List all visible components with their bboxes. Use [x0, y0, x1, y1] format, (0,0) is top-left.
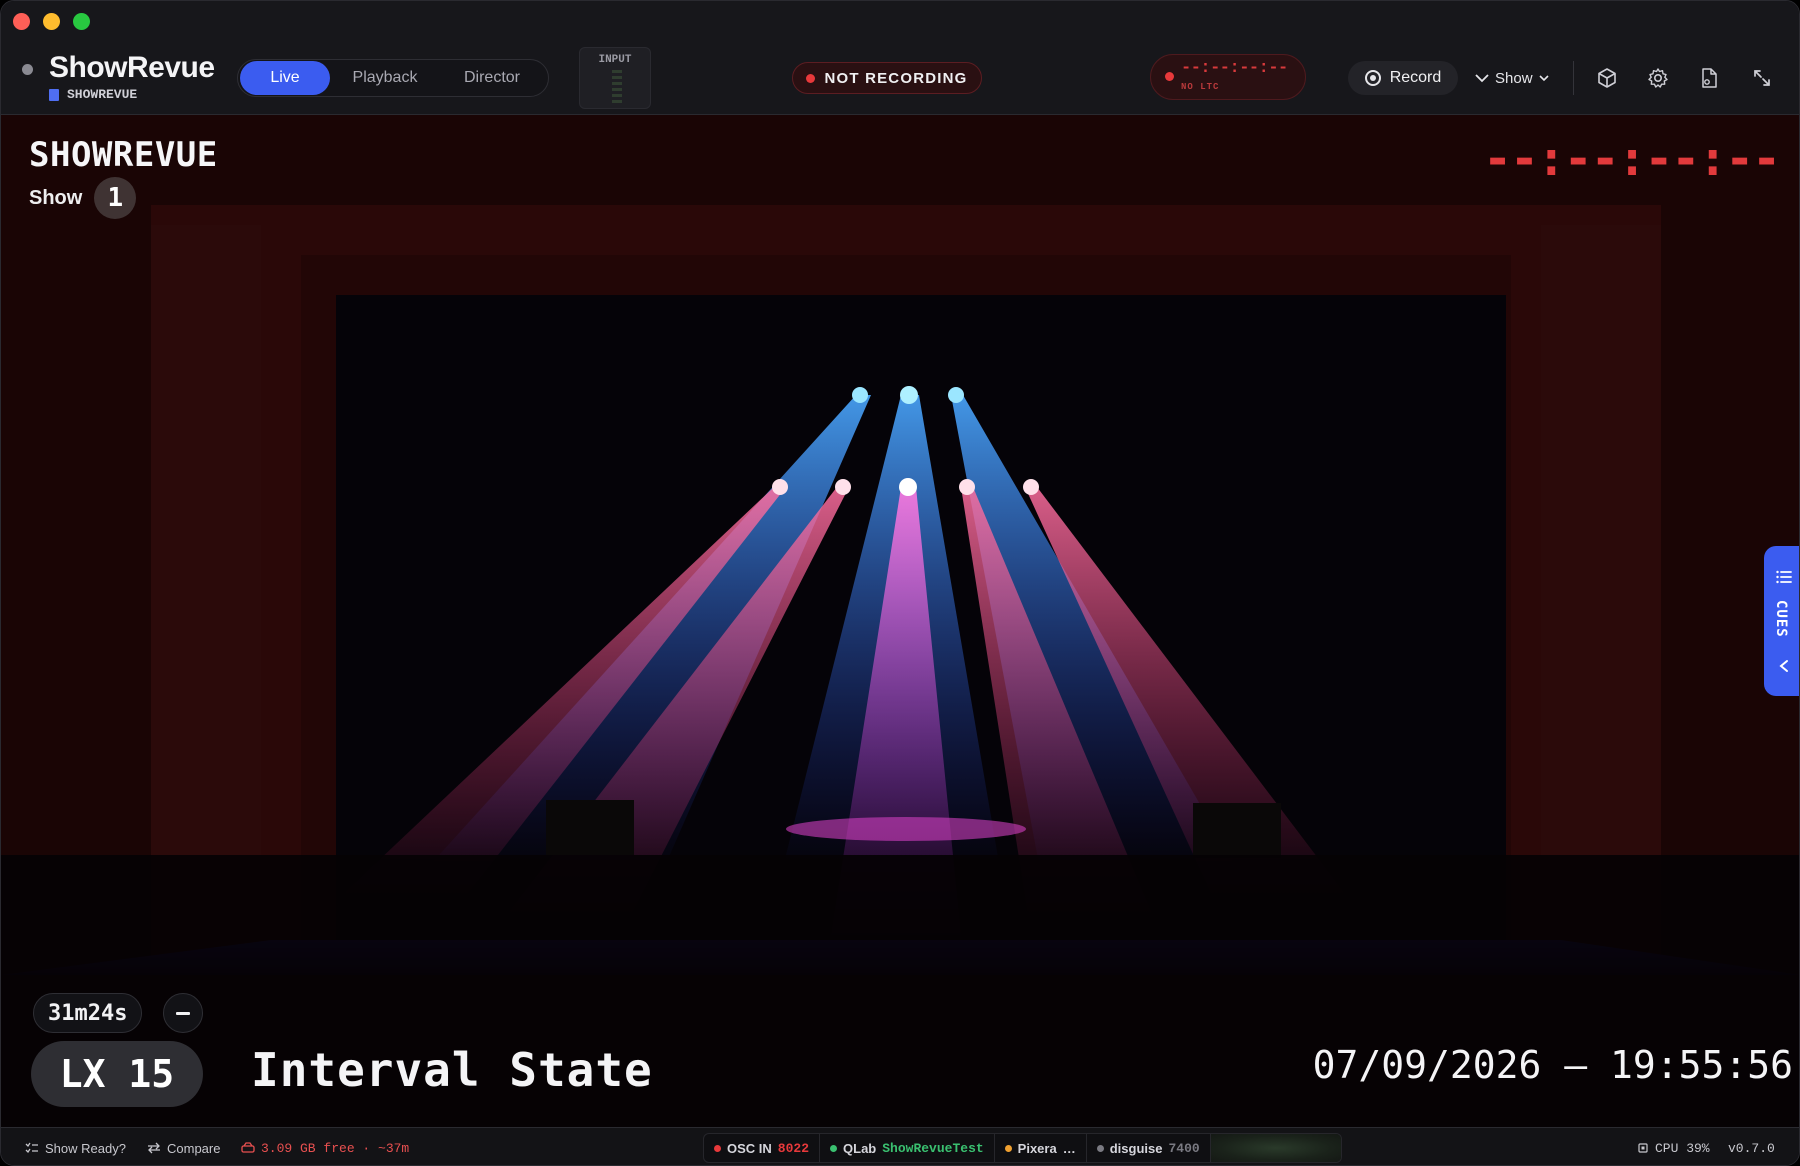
current-cue-name: Interval State	[251, 1043, 653, 1097]
cues-panel-toggle[interactable]: CUES	[1764, 546, 1799, 696]
tab-playback[interactable]: Playback	[330, 61, 440, 95]
recording-status-badge: NOT RECORDING	[792, 62, 982, 94]
live-video-feed: SHOWREVUE Show 1 --:--:--:-- CUES 31m24s…	[1, 115, 1799, 1127]
recording-status-label: NOT RECORDING	[824, 69, 968, 87]
list-icon	[1776, 570, 1792, 584]
integration-hidden	[1210, 1134, 1341, 1162]
meter-bars	[612, 70, 622, 106]
disguise-detail: 7400	[1168, 1140, 1200, 1156]
show-menu-button[interactable]: Show	[1475, 61, 1549, 95]
ltc-source-label: NO LTC	[1181, 82, 1220, 92]
compare-label: Compare	[167, 1140, 221, 1156]
pixera-name: Pixera	[1017, 1140, 1057, 1156]
minimize-window-button[interactable]	[43, 13, 60, 30]
toolbar: ShowRevue SHOWREVUE Live Playback Direct…	[1, 41, 1799, 115]
input-meter-label: INPUT	[598, 54, 632, 66]
compare-button[interactable]: Compare	[147, 1128, 221, 1165]
cpu-chip-icon	[1638, 1143, 1648, 1153]
elapsed-time-badge: 31m24s	[33, 993, 143, 1033]
app-name: ShowRevue	[49, 51, 215, 84]
qlab-name: QLab	[843, 1140, 877, 1156]
cpu-label: CPU 39%	[1655, 1140, 1710, 1156]
current-cue-id: LX 15	[31, 1041, 203, 1107]
pixera-status-dot-icon	[1004, 1144, 1012, 1152]
export-icon[interactable]	[1694, 63, 1724, 93]
stage-video-image	[1, 115, 1799, 1127]
show-menu-label: Show	[1495, 69, 1533, 87]
ltc-timecode: --:--:--:--	[1181, 59, 1288, 78]
close-window-button[interactable]	[13, 13, 30, 30]
overlay-title: SHOWREVUE	[29, 135, 218, 175]
integration-disguise[interactable]: disguise 7400	[1087, 1134, 1211, 1162]
qlab-detail: ShowRevueTest	[882, 1140, 984, 1156]
integration-pixera[interactable]: Pixera …	[995, 1134, 1087, 1162]
osc-detail: 8022	[777, 1140, 810, 1156]
tab-director[interactable]: Director	[440, 61, 544, 95]
osc-status-dot-icon	[714, 1144, 721, 1152]
chevron-left-icon	[1779, 660, 1788, 672]
cues-tab-label: CUES	[1773, 600, 1789, 638]
status-bar: Show Ready? Compare 3.09 GB free · ~37m …	[1, 1127, 1799, 1165]
minus-button[interactable]	[163, 993, 203, 1033]
integration-qlab[interactable]: QLab ShowRevueTest	[820, 1134, 995, 1162]
zoom-window-button[interactable]	[73, 13, 90, 30]
overlay-show-label: Show	[29, 186, 83, 209]
document-icon	[49, 88, 59, 101]
document-label: SHOWREVUE	[67, 87, 138, 102]
overlay-show-number: 1	[94, 177, 137, 219]
show-ready-label: Show Ready?	[45, 1140, 126, 1156]
version-label: v0.7.0	[1728, 1128, 1775, 1165]
record-icon	[1364, 70, 1381, 86]
checklist-icon	[25, 1142, 38, 1154]
version-text: v0.7.0	[1728, 1140, 1775, 1156]
toolbar-divider	[1573, 61, 1574, 95]
gear-icon[interactable]	[1643, 63, 1673, 93]
compare-arrows-icon	[148, 1142, 160, 1154]
document-name[interactable]: SHOWREVUE	[49, 87, 137, 102]
recording-dot-icon	[806, 73, 816, 83]
disguise-name: disguise	[1109, 1140, 1163, 1156]
pixera-detail: …	[1062, 1140, 1076, 1156]
title-bar	[1, 1, 1799, 41]
overlay-datetime: 07/09/2026 – 19:55:56	[1312, 1043, 1793, 1087]
integration-osc[interactable]: OSC IN 8022	[704, 1134, 821, 1162]
ltc-timecode-display: --:--:--:-- NO LTC	[1150, 54, 1306, 100]
record-label: Record	[1389, 69, 1442, 86]
tab-live[interactable]: Live	[240, 61, 330, 95]
ltc-dot-icon	[1165, 72, 1174, 81]
minus-icon	[176, 1011, 190, 1015]
integrations-group: OSC IN 8022 QLab ShowRevueTest Pixera … …	[703, 1133, 1342, 1163]
input-level-meter: INPUT	[579, 47, 651, 109]
app-window: ShowRevue SHOWREVUE Live Playback Direct…	[0, 0, 1800, 1166]
chevron-down-icon	[1475, 74, 1489, 83]
overlay-timecode: --:--:--:--	[1483, 131, 1781, 187]
status-dot-icon	[22, 64, 33, 75]
drive-icon	[241, 1142, 255, 1153]
fullscreen-icon[interactable]	[1747, 63, 1777, 93]
mode-segmented-control: Live Playback Director	[237, 59, 549, 97]
disk-space-label: 3.09 GB free · ~37m	[261, 1140, 410, 1156]
osc-name: OSC IN	[727, 1140, 772, 1156]
disk-space-indicator: 3.09 GB free · ~37m	[241, 1128, 410, 1165]
show-ready-button[interactable]: Show Ready?	[25, 1128, 126, 1165]
record-button[interactable]: Record	[1348, 61, 1458, 95]
cpu-indicator: CPU 39%	[1637, 1128, 1710, 1165]
disguise-status-dot-icon	[1096, 1144, 1104, 1152]
overlay-show-indicator: Show 1	[29, 177, 137, 219]
qlab-status-dot-icon	[830, 1144, 838, 1152]
chevron-down-small-icon	[1538, 75, 1549, 82]
cube-icon[interactable]	[1592, 63, 1622, 93]
